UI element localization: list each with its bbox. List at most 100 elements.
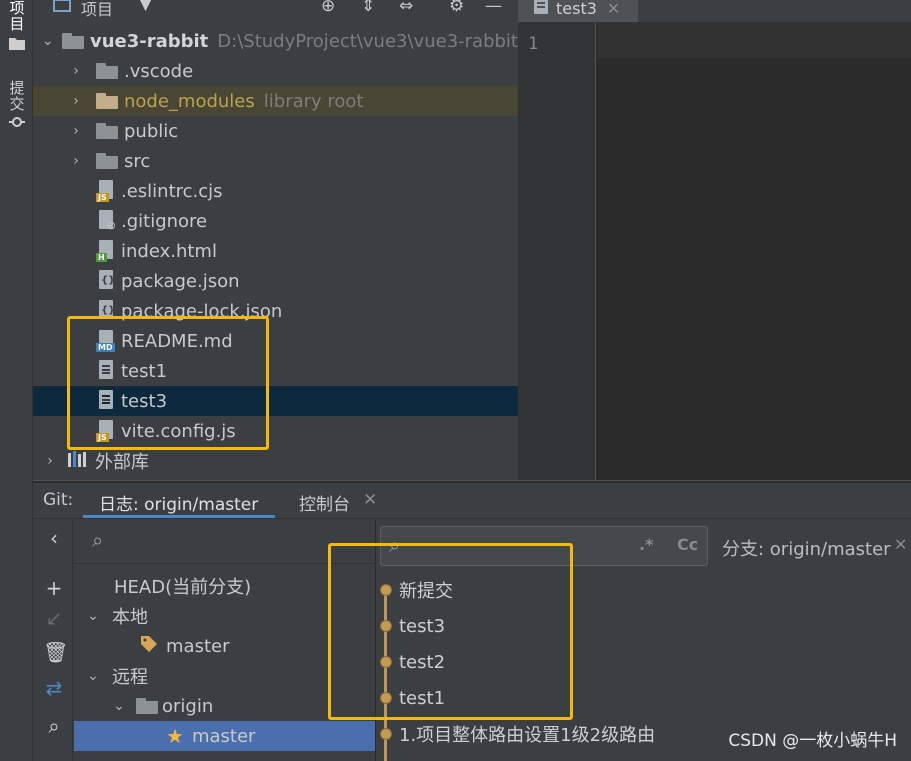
tree-item-label: .gitignore: [121, 210, 208, 232]
branch-group-label: 远程: [112, 667, 148, 688]
close-icon[interactable]: ✕: [363, 490, 377, 510]
ignore-file-icon: ⊘: [96, 210, 116, 232]
project-tool-tab[interactable]: 项目: [7, 0, 27, 50]
tree-item-label: index.html: [121, 240, 217, 262]
tree-item-label: .eslintrc.cjs: [121, 180, 223, 202]
editor-gutter: 1: [518, 22, 596, 480]
root-path: D:\StudyProject\vue3\vue3-rabbit: [217, 30, 518, 52]
minimize-icon[interactable]: —: [485, 0, 502, 16]
editor[interactable]: test3 ✕ 1: [518, 0, 911, 480]
js-file-icon: JS: [96, 180, 116, 202]
gear-icon[interactable]: ⚙: [449, 0, 464, 16]
line-number: 1: [528, 34, 539, 54]
chevron-down-icon[interactable]: ⌄: [86, 608, 100, 624]
branch-label: master: [166, 635, 230, 657]
json-file-icon: {}: [96, 270, 116, 292]
checkout-icon[interactable]: ↙: [43, 606, 65, 630]
git-tabbar: Git: 日志: origin/master 控制台 ✕: [33, 483, 911, 519]
tree-item-package-json[interactable]: {} package.json: [33, 266, 518, 296]
branch-label: master: [191, 725, 256, 747]
git-panel: Git: 日志: origin/master 控制台 ✕ ‹ + ↙ 🗑 ⇄ ⌕…: [33, 483, 911, 761]
editor-tab-label: test3: [556, 0, 597, 18]
commit-icon: [9, 117, 25, 127]
branch-head-label: HEAD(当前分支): [114, 577, 252, 598]
folder-icon: [96, 63, 118, 79]
tab-console[interactable]: 控制台: [299, 490, 350, 515]
chevron-right-icon[interactable]: ›: [69, 93, 83, 109]
project-panel: 项目 ▼ ⊕ ⇕ ⇔ ⚙ — ⌄ vue3-rabbit D:\StudyPro…: [33, 0, 518, 480]
folder-icon: [96, 153, 118, 169]
search-icon: ⌕: [92, 528, 104, 552]
tree-item-label: 外部库: [95, 452, 149, 473]
match-case-icon[interactable]: Cc: [677, 535, 698, 554]
project-view-icon: [53, 0, 71, 17]
text-file-icon: [534, 0, 548, 18]
tree-item-src[interactable]: › src: [33, 146, 518, 176]
clear-filter-icon[interactable]: ✕: [894, 535, 907, 554]
tab-log[interactable]: 日志: origin/master: [99, 490, 258, 515]
root-name: vue3-rabbit: [89, 30, 209, 52]
tree-item-label: package.json: [121, 270, 240, 292]
add-icon[interactable]: +: [43, 576, 65, 600]
commit-row[interactable]: 1.项目整体路由设置1级2级路由: [380, 719, 655, 749]
highlight-box-files: [67, 316, 269, 450]
tree-item-label: public: [124, 120, 179, 142]
folder-icon: [9, 38, 25, 50]
tree-item-public[interactable]: › public: [33, 116, 518, 146]
branch-group-label: 本地: [112, 607, 148, 628]
chevron-right-icon[interactable]: ›: [69, 63, 83, 79]
chevron-right-icon[interactable]: ›: [69, 153, 83, 169]
current-line[interactable]: [597, 22, 911, 58]
close-icon[interactable]: ✕: [607, 0, 620, 18]
locate-icon[interactable]: ⊕: [321, 0, 335, 16]
collapse-all-icon[interactable]: ⇔: [399, 0, 413, 16]
tree-item-index-html[interactable]: H index.html: [33, 236, 518, 266]
commit-tool-tab[interactable]: 提交: [7, 80, 27, 130]
active-tab-indicator: [83, 515, 275, 518]
chevron-right-icon[interactable]: ›: [43, 453, 57, 469]
watermark: CSDN @一枚小蜗牛H: [728, 731, 897, 751]
regex-icon[interactable]: .*: [639, 535, 653, 554]
commit-dot-icon: [380, 728, 392, 740]
branch-label: origin: [162, 695, 214, 717]
chevron-left-icon[interactable]: ‹: [43, 526, 65, 550]
library-icon: [68, 450, 90, 472]
commit-message: 1.项目整体路由设置1级2级路由: [399, 725, 656, 746]
tree-item-eslintrc[interactable]: JS .eslintrc.cjs: [33, 176, 518, 206]
editor-tab-test3[interactable]: test3 ✕: [518, 0, 638, 22]
editor-tabbar: test3 ✕: [518, 0, 911, 22]
tree-item-label: src: [124, 150, 151, 172]
tree-item-external-libraries[interactable]: › 外部库: [33, 446, 518, 476]
chevron-down-icon[interactable]: ⌄: [86, 668, 100, 684]
tree-item-label: node_modules: [124, 90, 255, 112]
html-file-icon: H: [96, 240, 116, 262]
folder-icon: [96, 123, 118, 139]
branch-remote-master[interactable]: ★ master: [74, 721, 375, 751]
tree-item-vscode[interactable]: › .vscode: [33, 56, 518, 86]
search-icon[interactable]: ⌕: [43, 714, 65, 738]
folder-icon: [62, 33, 84, 49]
chevron-down-icon[interactable]: ⌄: [112, 698, 126, 714]
folder-icon: [136, 698, 158, 714]
view-dropdown-icon[interactable]: ▼: [139, 0, 152, 14]
trash-icon[interactable]: 🗑: [43, 640, 68, 664]
tree-item-node-modules[interactable]: › node_modules library root: [33, 86, 518, 116]
tool-window-strip: 项目 提交: [0, 0, 33, 761]
folder-icon: [96, 93, 118, 109]
expand-all-icon[interactable]: ⇕: [361, 0, 375, 16]
highlight-box-commits: [328, 543, 573, 720]
library-root-suffix: library root: [263, 90, 364, 112]
compare-icon[interactable]: ⇄: [43, 676, 65, 700]
tree-item-gitignore[interactable]: ⊘ .gitignore: [33, 206, 518, 236]
star-icon: ★: [166, 724, 184, 748]
chevron-down-icon[interactable]: ⌄: [41, 33, 55, 49]
chevron-right-icon[interactable]: ›: [69, 123, 83, 139]
project-tool-tab-label: 项目: [7, 0, 26, 32]
branch-filter[interactable]: 分支: origin/master: [722, 535, 891, 561]
tag-icon: [140, 635, 158, 658]
tree-root[interactable]: ⌄ vue3-rabbit D:\StudyProject\vue3\vue3-…: [33, 26, 518, 56]
project-view-label[interactable]: 项目: [81, 0, 113, 20]
commit-tool-tab-label: 提交: [7, 80, 26, 112]
tree-item-label: .vscode: [124, 60, 194, 82]
git-side-toolbar: ‹ + ↙ 🗑 ⇄ ⌕: [33, 520, 73, 761]
